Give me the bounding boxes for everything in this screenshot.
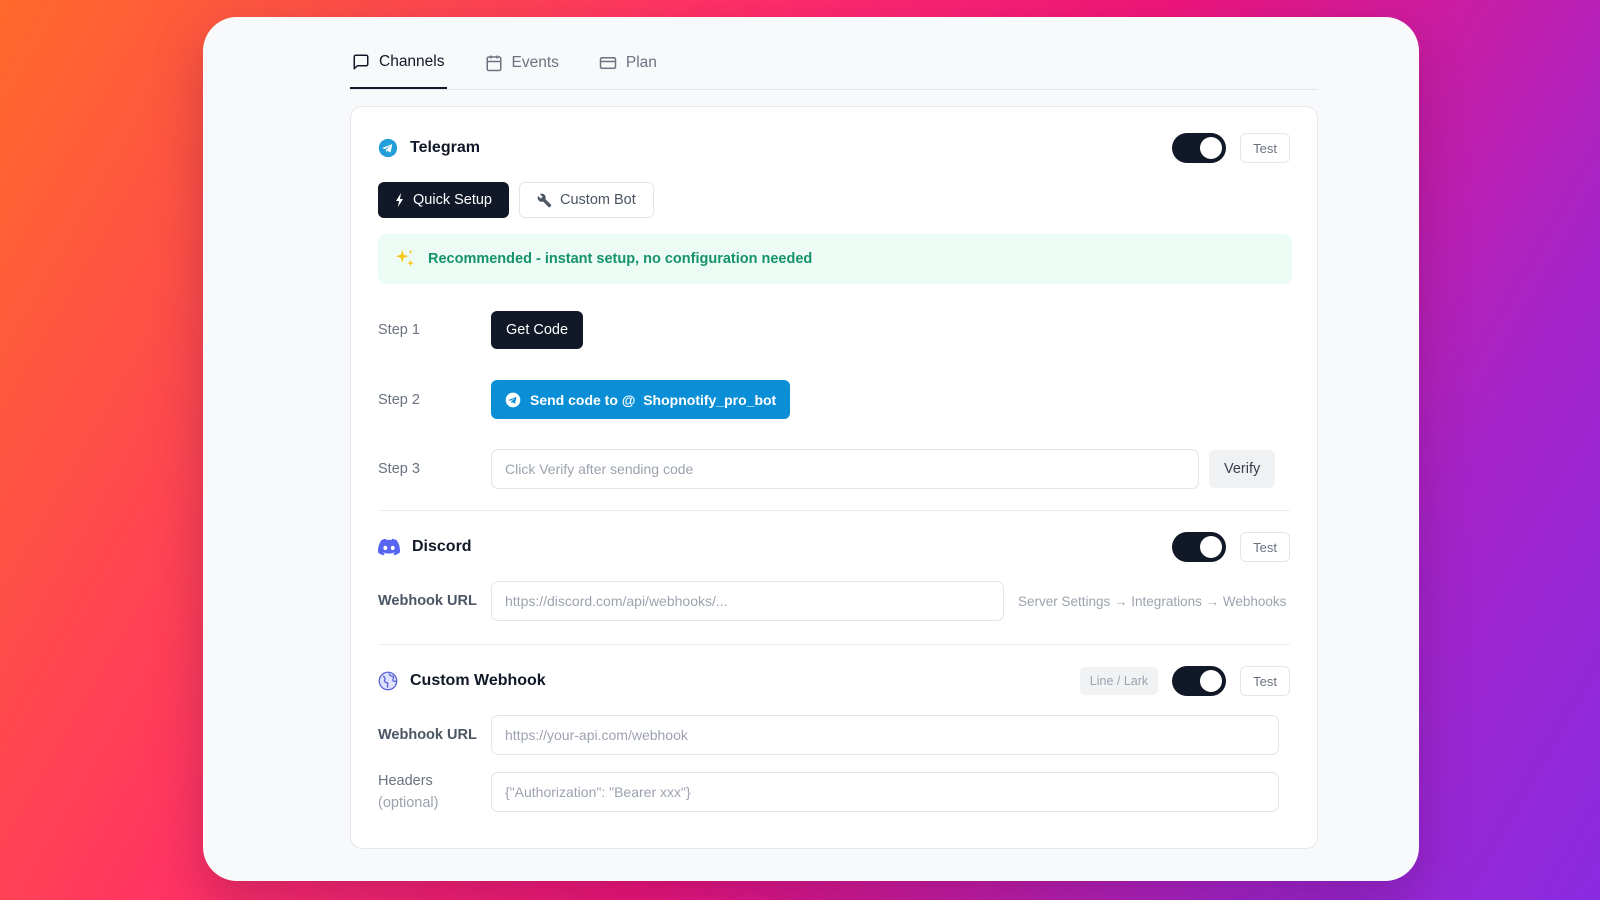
notice-text: Recommended - instant setup, no configur…: [428, 251, 813, 267]
discord-toggle[interactable]: [1172, 532, 1227, 562]
step-label: Step 2: [378, 391, 420, 408]
step-2-row: Step 2 Send code to @ Shopnotify_pro_bot: [378, 380, 791, 419]
headers-label-group: Headers (optional): [378, 770, 491, 814]
tab-channels[interactable]: Channels: [350, 37, 447, 89]
tab-plan[interactable]: Plan: [597, 37, 659, 89]
discord-webhook-row: Webhook URL Server Settings → Integratio…: [378, 581, 1286, 621]
telegram-test-button[interactable]: Test: [1240, 133, 1290, 163]
lightning-icon: [396, 193, 403, 207]
headers-input[interactable]: [491, 772, 1279, 812]
globe-icon: [378, 671, 398, 691]
custom-webhook-toggle[interactable]: [1172, 666, 1227, 696]
wrench-icon: [537, 193, 552, 207]
discord-header: Discord Test: [378, 530, 1290, 564]
headers-optional-label: (optional): [378, 795, 439, 811]
headers-label: Headers: [378, 773, 433, 789]
custom-bot-label: Custom Bot: [560, 192, 636, 208]
section-divider: [378, 510, 1290, 511]
send-code-label: Send code to @ Shopnotify_pro_bot: [530, 391, 777, 408]
message-square-icon: [353, 54, 369, 70]
setup-mode-selector: Quick Setup Custom Bot: [378, 182, 654, 218]
section-title: Telegram: [410, 139, 480, 156]
step-1-row: Step 1 Get Code: [378, 311, 584, 349]
get-code-button[interactable]: Get Code: [491, 311, 584, 349]
webhook-url-label: Webhook URL: [378, 727, 477, 743]
custom-webhook-header: Custom Webhook Line / Lark Test: [378, 664, 1290, 698]
channels-card: Telegram Test Quick Setup Custom Bot Rec…: [350, 106, 1318, 849]
telegram-header: Telegram Test: [378, 131, 1290, 165]
tab-events[interactable]: Events: [483, 37, 561, 89]
tab-label: Events: [511, 54, 559, 71]
verify-button[interactable]: Verify: [1209, 450, 1276, 488]
section-title: Discord: [412, 538, 472, 555]
tab-label: Channels: [379, 53, 445, 70]
step-3-row: Step 3 Verify: [378, 449, 1276, 489]
quick-setup-label: Quick Setup: [413, 192, 492, 208]
custom-webhook-url-input[interactable]: [491, 715, 1279, 755]
verify-code-input[interactable]: [491, 449, 1199, 489]
recommended-notice: Recommended - instant setup, no configur…: [378, 234, 1292, 284]
tab-bar: Channels Events Plan: [350, 37, 1318, 90]
tab-label: Plan: [625, 54, 657, 71]
discord-webhook-hint: Server Settings → Integrations → Webhook…: [1018, 593, 1287, 609]
webhook-type-badge: Line / Lark: [1079, 667, 1159, 695]
sparkles-icon: [395, 249, 414, 267]
custom-webhook-headers-row: Headers (optional): [378, 770, 1279, 814]
discord-webhook-input[interactable]: [491, 581, 1004, 621]
discord-icon: [378, 538, 400, 556]
telegram-icon: [505, 392, 521, 407]
quick-setup-button[interactable]: Quick Setup: [378, 182, 509, 218]
section-title: Custom Webhook: [410, 672, 546, 689]
discord-test-button[interactable]: Test: [1240, 532, 1290, 562]
telegram-icon: [378, 138, 398, 158]
step-label: Step 1: [378, 322, 420, 338]
send-code-button[interactable]: Send code to @ Shopnotify_pro_bot: [491, 380, 791, 419]
custom-webhook-url-row: Webhook URL: [378, 715, 1279, 755]
section-divider: [378, 644, 1290, 645]
settings-window: Channels Events Plan Telegram Test Quick…: [203, 17, 1419, 881]
credit-card-icon: [599, 57, 617, 69]
step-label: Step 3: [378, 461, 420, 477]
calendar-icon: [486, 55, 501, 72]
webhook-url-label: Webhook URL: [378, 593, 477, 609]
custom-bot-button[interactable]: Custom Bot: [519, 182, 654, 218]
telegram-toggle[interactable]: [1172, 133, 1227, 163]
custom-webhook-test-button[interactable]: Test: [1240, 666, 1290, 696]
